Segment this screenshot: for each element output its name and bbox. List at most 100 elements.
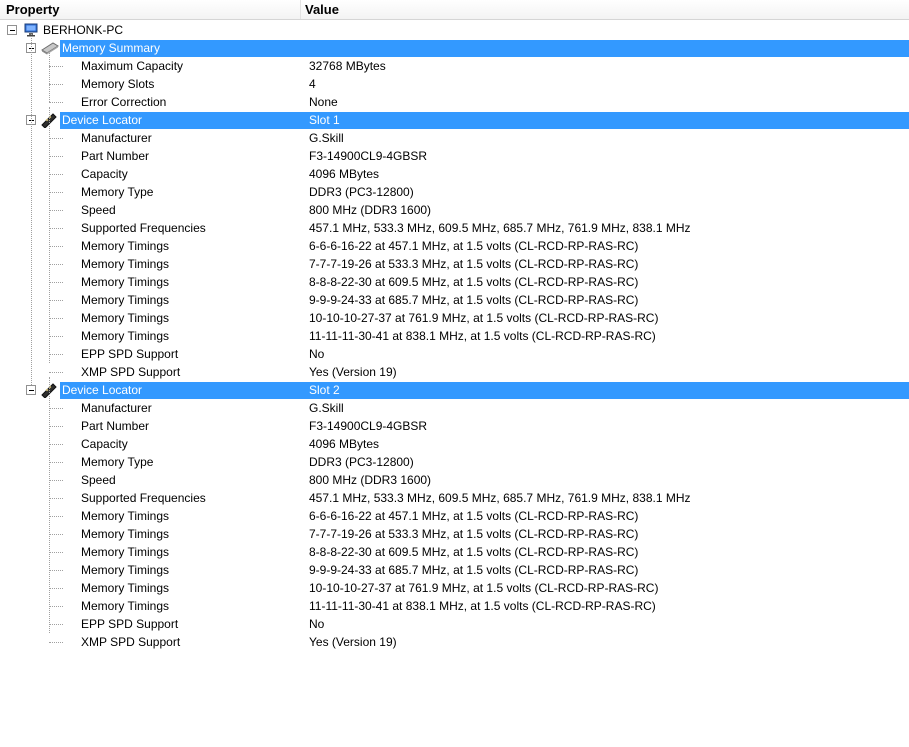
property-column-header[interactable]: Property bbox=[0, 0, 301, 19]
tree-connector bbox=[49, 336, 63, 337]
property-name: Capacity bbox=[81, 437, 128, 451]
property-value: 7-7-7-19-26 at 533.3 MHz, at 1.5 volts (… bbox=[309, 527, 639, 541]
property-name: Memory Timings bbox=[81, 563, 170, 577]
property-value: 4096 MBytes bbox=[309, 437, 380, 451]
group-value: Slot 2 bbox=[309, 383, 340, 397]
tree-connector bbox=[49, 354, 63, 355]
property-row[interactable]: Memory Timings 10-10-10-27-37 at 761.9 MH… bbox=[0, 309, 909, 327]
property-name: Memory Type bbox=[81, 455, 154, 469]
tree-connector bbox=[49, 264, 63, 265]
property-value: 8-8-8-22-30 at 609.5 MHz, at 1.5 volts (… bbox=[309, 275, 639, 289]
property-row[interactable]: Speed 800 MHz (DDR3 1600) bbox=[0, 201, 909, 219]
property-row[interactable]: Memory Timings 10-10-10-27-37 at 761.9 MH… bbox=[0, 579, 909, 597]
tree-connector bbox=[49, 570, 63, 571]
tree-guide-line bbox=[49, 107, 50, 363]
selection-highlight bbox=[60, 382, 909, 399]
tree-connector bbox=[49, 480, 63, 481]
property-row[interactable]: Supported Frequencies 457.1 MHz, 533.3 MH… bbox=[0, 489, 909, 507]
tree-connector bbox=[49, 66, 63, 67]
tree-guide-line bbox=[31, 34, 32, 385]
property-value: 457.1 MHz, 533.3 MHz, 609.5 MHz, 685.7 M… bbox=[309, 491, 691, 505]
property-row[interactable]: Part Number F3-14900CL9-4GBSR bbox=[0, 147, 909, 165]
property-name: Memory Timings bbox=[81, 599, 170, 613]
property-row[interactable]: Memory Timings 7-7-7-19-26 at 533.3 MHz, … bbox=[0, 525, 909, 543]
tree-connector bbox=[49, 462, 63, 463]
property-row[interactable]: EPP SPD Support No bbox=[0, 615, 909, 633]
property-name: Memory Slots bbox=[81, 77, 155, 91]
property-value: 4 bbox=[309, 77, 316, 91]
property-row[interactable]: Supported Frequencies 457.1 MHz, 533.3 MH… bbox=[0, 219, 909, 237]
property-name: Part Number bbox=[81, 149, 150, 163]
tree-connector bbox=[49, 588, 63, 589]
property-name: Memory Timings bbox=[81, 329, 170, 343]
memory-summary-node[interactable]: Memory Summary bbox=[0, 39, 909, 57]
property-value: 11-11-11-30-41 at 838.1 MHz, at 1.5 volt… bbox=[309, 329, 656, 343]
property-row[interactable]: Memory Timings 9-9-9-24-33 at 685.7 MHz, … bbox=[0, 561, 909, 579]
property-value: 6-6-6-16-22 at 457.1 MHz, at 1.5 volts (… bbox=[309, 509, 639, 523]
property-value: 800 MHz (DDR3 1600) bbox=[309, 473, 432, 487]
tree-connector bbox=[49, 138, 63, 139]
property-name: Speed bbox=[81, 473, 116, 487]
property-row[interactable]: XMP SPD Support Yes (Version 19) bbox=[0, 633, 909, 651]
property-name: Capacity bbox=[81, 167, 128, 181]
tree-connector bbox=[49, 228, 63, 229]
property-value: DDR3 (PC3-12800) bbox=[309, 185, 414, 199]
property-row[interactable]: Memory Timings 7-7-7-19-26 at 533.3 MHz, … bbox=[0, 255, 909, 273]
tree-connector bbox=[49, 156, 63, 157]
property-name: Memory Timings bbox=[81, 581, 170, 595]
property-name: Error Correction bbox=[81, 95, 167, 109]
property-row[interactable]: Memory Timings 8-8-8-22-30 at 609.5 MHz, … bbox=[0, 273, 909, 291]
tree-connector bbox=[49, 318, 63, 319]
column-header: Property Value bbox=[0, 0, 909, 20]
property-value: 8-8-8-22-30 at 609.5 MHz, at 1.5 volts (… bbox=[309, 545, 639, 559]
tree-connector bbox=[49, 300, 63, 301]
device-locator-node[interactable]: Device Locator Slot 1 bbox=[0, 111, 909, 129]
property-value: 11-11-11-30-41 at 838.1 MHz, at 1.5 volt… bbox=[309, 599, 656, 613]
property-row[interactable]: EPP SPD Support No bbox=[0, 345, 909, 363]
property-row[interactable]: Memory Timings 11-11-11-30-41 at 838.1 MH… bbox=[0, 597, 909, 615]
tree-connector bbox=[49, 642, 63, 643]
tree-connector bbox=[49, 282, 63, 283]
tree-connector bbox=[49, 624, 63, 625]
property-row[interactable]: Part Number F3-14900CL9-4GBSR bbox=[0, 417, 909, 435]
property-name: Part Number bbox=[81, 419, 150, 433]
property-row[interactable]: Memory Timings 9-9-9-24-33 at 685.7 MHz, … bbox=[0, 291, 909, 309]
property-row[interactable]: Manufacturer G.Skill bbox=[0, 399, 909, 417]
property-row[interactable]: Error Correction None bbox=[0, 93, 909, 111]
property-row[interactable]: Speed 800 MHz (DDR3 1600) bbox=[0, 471, 909, 489]
property-name: Memory Timings bbox=[81, 527, 170, 541]
property-row[interactable]: Memory Timings 11-11-11-30-41 at 838.1 MH… bbox=[0, 327, 909, 345]
property-row[interactable]: Manufacturer G.Skill bbox=[0, 129, 909, 147]
value-column-header[interactable]: Value bbox=[301, 0, 909, 19]
tree-root-node[interactable]: BERHONK-PC bbox=[0, 21, 909, 39]
property-row[interactable]: XMP SPD Support Yes (Version 19) bbox=[0, 363, 909, 381]
tree-connector bbox=[49, 498, 63, 499]
collapse-toggle[interactable] bbox=[26, 385, 36, 395]
tree-connector bbox=[49, 606, 63, 607]
property-row[interactable]: Memory Timings 6-6-6-16-22 at 457.1 MHz, … bbox=[0, 237, 909, 255]
property-name: Speed bbox=[81, 203, 116, 217]
property-name: XMP SPD Support bbox=[81, 635, 181, 649]
property-value: 9-9-9-24-33 at 685.7 MHz, at 1.5 volts (… bbox=[309, 563, 639, 577]
tree-connector bbox=[49, 102, 63, 103]
property-name: Manufacturer bbox=[81, 131, 152, 145]
tree-connector bbox=[49, 534, 63, 535]
root-label: BERHONK-PC bbox=[43, 23, 124, 37]
property-row[interactable]: Memory Type DDR3 (PC3-12800) bbox=[0, 183, 909, 201]
property-row[interactable]: Memory Type DDR3 (PC3-12800) bbox=[0, 453, 909, 471]
property-value: No bbox=[309, 347, 325, 361]
property-row[interactable]: Capacity 4096 MBytes bbox=[0, 435, 909, 453]
property-row[interactable]: Capacity 4096 MBytes bbox=[0, 165, 909, 183]
property-row[interactable]: Memory Timings 6-6-6-16-22 at 457.1 MHz, … bbox=[0, 507, 909, 525]
property-name: Memory Timings bbox=[81, 293, 170, 307]
property-row[interactable]: Memory Slots 4 bbox=[0, 75, 909, 93]
tree-connector bbox=[49, 426, 63, 427]
property-row[interactable]: Memory Timings 8-8-8-22-30 at 609.5 MHz, … bbox=[0, 543, 909, 561]
property-value: G.Skill bbox=[309, 131, 344, 145]
property-value: 10-10-10-27-37 at 761.9 MHz, at 1.5 volt… bbox=[309, 581, 659, 595]
property-value: 457.1 MHz, 533.3 MHz, 609.5 MHz, 685.7 M… bbox=[309, 221, 691, 235]
device-locator-node[interactable]: Device Locator Slot 2 bbox=[0, 381, 909, 399]
property-tree[interactable]: BERHONK-PC Memory Summary Maximum Capaci… bbox=[0, 21, 909, 651]
collapse-toggle[interactable] bbox=[7, 25, 17, 35]
property-row[interactable]: Maximum Capacity 32768 MBytes bbox=[0, 57, 909, 75]
